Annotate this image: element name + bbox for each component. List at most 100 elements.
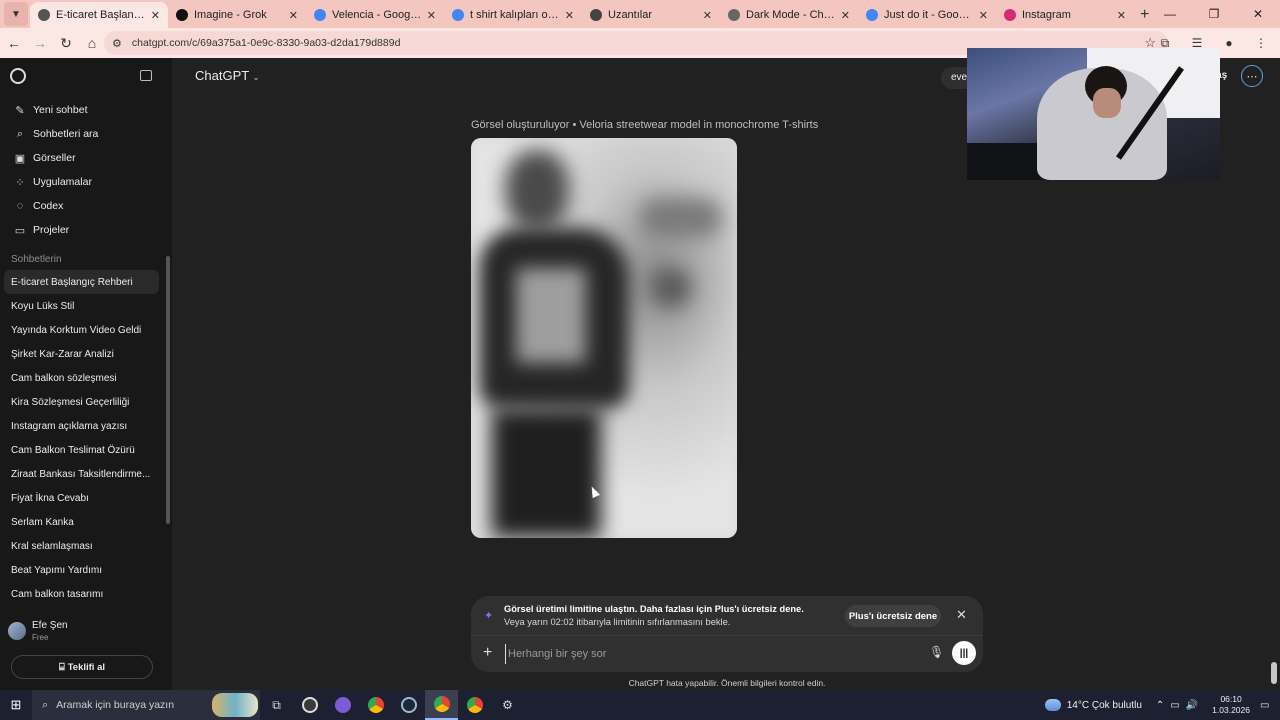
chat-history-item[interactable]: Ziraat Bankası Taksitlendirme... (4, 462, 159, 486)
sidebar-nav-icon: ✎ (15, 104, 25, 117)
sidebar: ✎ Yeni sohbet ⌕ Sohbetleri ara ▣ Görseller ⁘ Uy… (0, 58, 172, 690)
profile-avatar-icon[interactable]: ● (1218, 31, 1240, 55)
model-selector[interactable]: ChatGPT ⌄ (195, 68, 260, 83)
browser-tab[interactable]: Uzantılar ✕ (582, 2, 720, 28)
sidebar-nav-icon: ⌕ (16, 127, 24, 140)
sidebar-nav-item[interactable]: ◌ Codex (6, 194, 160, 218)
tab-favicon-icon (590, 9, 602, 21)
chat-history-item[interactable]: Koyu Lüks Stil (4, 294, 159, 318)
chevron-down-icon: ⌄ (252, 72, 260, 82)
chat-history-item[interactable]: Şirket Kar-Zarar Analizi (4, 342, 159, 366)
clock[interactable]: 06:10 1.03.2026 (1212, 694, 1250, 716)
chat-history-item[interactable]: Serlam Kanka (4, 510, 159, 534)
sidebar-nav-label: Yeni sohbet (33, 104, 88, 116)
home-button[interactable]: ⌂ (80, 31, 104, 55)
close-tab-icon[interactable]: ✕ (979, 9, 988, 22)
tab-list: E-ticaret Başlangıç Rehbe✕Imagine - Grok… (30, 2, 1134, 28)
clock-time: 06:10 (1220, 694, 1242, 704)
close-window-button[interactable]: ✕ (1236, 0, 1280, 28)
close-tab-icon[interactable]: ✕ (151, 9, 160, 22)
task-view-icon[interactable]: ⧉ (260, 690, 293, 720)
tab-favicon-icon (728, 9, 740, 21)
close-tab-icon[interactable]: ✕ (703, 9, 712, 22)
weather-widget[interactable]: 14°C Çok bulutlu (1044, 699, 1142, 711)
browser-tab[interactable]: E-ticaret Başlangıç Rehbe ✕ (30, 2, 168, 28)
chat-history-item[interactable]: Beat Yapımı Yardımı (4, 558, 159, 582)
microphone-icon[interactable]: 🎙 (929, 645, 944, 659)
browser-tab[interactable]: Just do it - Google'da Ara ✕ (858, 2, 996, 28)
tab-favicon-icon (38, 9, 50, 21)
system-tray: 14°C Çok bulutlu ⌃▭🔊 06:10 1.03.2026 ▭ (1044, 690, 1280, 720)
sidebar-nav-item[interactable]: ✎ Yeni sohbet (6, 98, 160, 122)
forward-button[interactable]: → (28, 31, 52, 55)
browser-tab[interactable]: Imagine - Grok ✕ (168, 2, 306, 28)
steam-app-icon[interactable] (392, 690, 425, 720)
chrome-active-app-icon[interactable] (425, 690, 458, 720)
start-windows-icon[interactable]: ⊞ (0, 690, 32, 720)
close-tab-icon[interactable]: ✕ (565, 9, 574, 22)
limit-message-bold: Görsel üretimi limitine ulaştın. Daha fa… (504, 604, 804, 614)
maximize-button[interactable]: ❐ (1192, 0, 1236, 28)
sidebar-scrollbar[interactable] (166, 256, 170, 524)
chat-history-item[interactable]: E-ticaret Başlangıç Rehberi (4, 270, 159, 294)
browser-tab[interactable]: Dark Mode - Chrome We ✕ (720, 2, 858, 28)
voice-mode-button[interactable]: ||| (952, 641, 976, 665)
claim-offer-button[interactable]: ⌸ Teklifi al (11, 655, 153, 679)
user-profile[interactable]: Efe Şen Free (8, 620, 68, 642)
disclaimer-text: ChatGPT hata yapabilir. Önemli bilgileri… (628, 678, 826, 688)
taskbar-search[interactable]: ⌕ Aramak için buraya yazın (32, 690, 260, 720)
chat-history-item[interactable]: Cam balkon tasarımı (4, 582, 159, 606)
close-tab-icon[interactable]: ✕ (1117, 9, 1126, 22)
sidebar-nav-item[interactable]: ⌕ Sohbetleri ara (6, 122, 160, 146)
chat-history-item[interactable]: Yayında Korktum Video Geldi (4, 318, 159, 342)
chat-history-item[interactable]: Kira Sözleşmesi Geçerliliği (4, 390, 159, 414)
browser-tab[interactable]: t shirt kalıpları owersize - ✕ (444, 2, 582, 28)
browser-tab[interactable]: Velencia - Google'da Ara ✕ (306, 2, 444, 28)
limit-message-rest: Veya yarın 02:02 itibarıyla limitinin sı… (504, 617, 731, 627)
browser-tab[interactable]: Instagram ✕ (996, 2, 1134, 28)
tab-search-button[interactable]: ▼ (4, 2, 28, 26)
chat-history-item[interactable]: Cam Balkon Teslimat Özürü (4, 438, 159, 462)
notification-icon[interactable]: ▭ (1260, 700, 1280, 711)
chat-history-item[interactable]: Instagram açıklama yazısı (4, 414, 159, 438)
tab-favicon-icon (176, 9, 188, 21)
chrome-profile-app-icon[interactable] (458, 690, 491, 720)
try-plus-button[interactable]: Plus'ı ücretsiz dene (845, 605, 941, 627)
sidebar-toggle-icon[interactable] (140, 70, 152, 81)
discord-app-icon[interactable] (326, 690, 359, 720)
window-controls: — ❐ ✕ (1148, 0, 1280, 28)
chat-history-item[interactable]: Kral selamlaşması (4, 534, 159, 558)
chats-section-label: Sohbetlerin (11, 254, 62, 265)
generated-image-preview[interactable] (471, 138, 737, 538)
openai-logo-icon[interactable] (10, 68, 26, 84)
reload-button[interactable]: ↻ (54, 31, 78, 55)
sidebar-nav-label: Sohbetleri ara (33, 128, 99, 140)
browser-menu-icon[interactable]: ⋮ (1250, 31, 1272, 55)
tab-title: E-ticaret Başlangıç Rehbe (56, 9, 147, 21)
obs-app-icon[interactable] (293, 690, 326, 720)
sidebar-nav-icon: ◌ (16, 200, 24, 212)
sidebar-nav-item[interactable]: ⁘ Uygulamalar (6, 170, 160, 194)
minimize-button[interactable]: — (1148, 0, 1192, 28)
sidebar-nav-label: Uygulamalar (33, 176, 92, 188)
attach-plus-icon[interactable]: + (483, 644, 492, 662)
tray-icons[interactable]: ⌃▭🔊 (1156, 700, 1204, 711)
more-options-icon[interactable]: ⋯ (1241, 65, 1263, 87)
back-button[interactable]: ← (2, 31, 26, 55)
sidebar-nav-item[interactable]: ▭ Projeler (6, 218, 160, 242)
main-scrollbar[interactable] (1271, 662, 1277, 684)
settings-gear-icon[interactable]: ⚙ (491, 690, 524, 720)
prompt-input[interactable] (505, 644, 905, 664)
header-pill-label: eve (951, 72, 968, 83)
search-highlight-image (212, 693, 258, 717)
cloudy-weather-icon (1044, 699, 1061, 711)
site-info-icon[interactable]: ⚙ (112, 37, 122, 50)
close-tab-icon[interactable]: ✕ (427, 9, 436, 22)
chat-history-item[interactable]: Cam balkon sözleşmesi (4, 366, 159, 390)
chat-history-item[interactable]: Fiyat İkna Cevabı (4, 486, 159, 510)
close-tab-icon[interactable]: ✕ (841, 9, 850, 22)
close-tab-icon[interactable]: ✕ (289, 9, 298, 22)
sidebar-nav-item[interactable]: ▣ Görseller (6, 146, 160, 170)
close-banner-icon[interactable]: ✕ (956, 607, 967, 623)
chrome-app-icon[interactable] (359, 690, 392, 720)
